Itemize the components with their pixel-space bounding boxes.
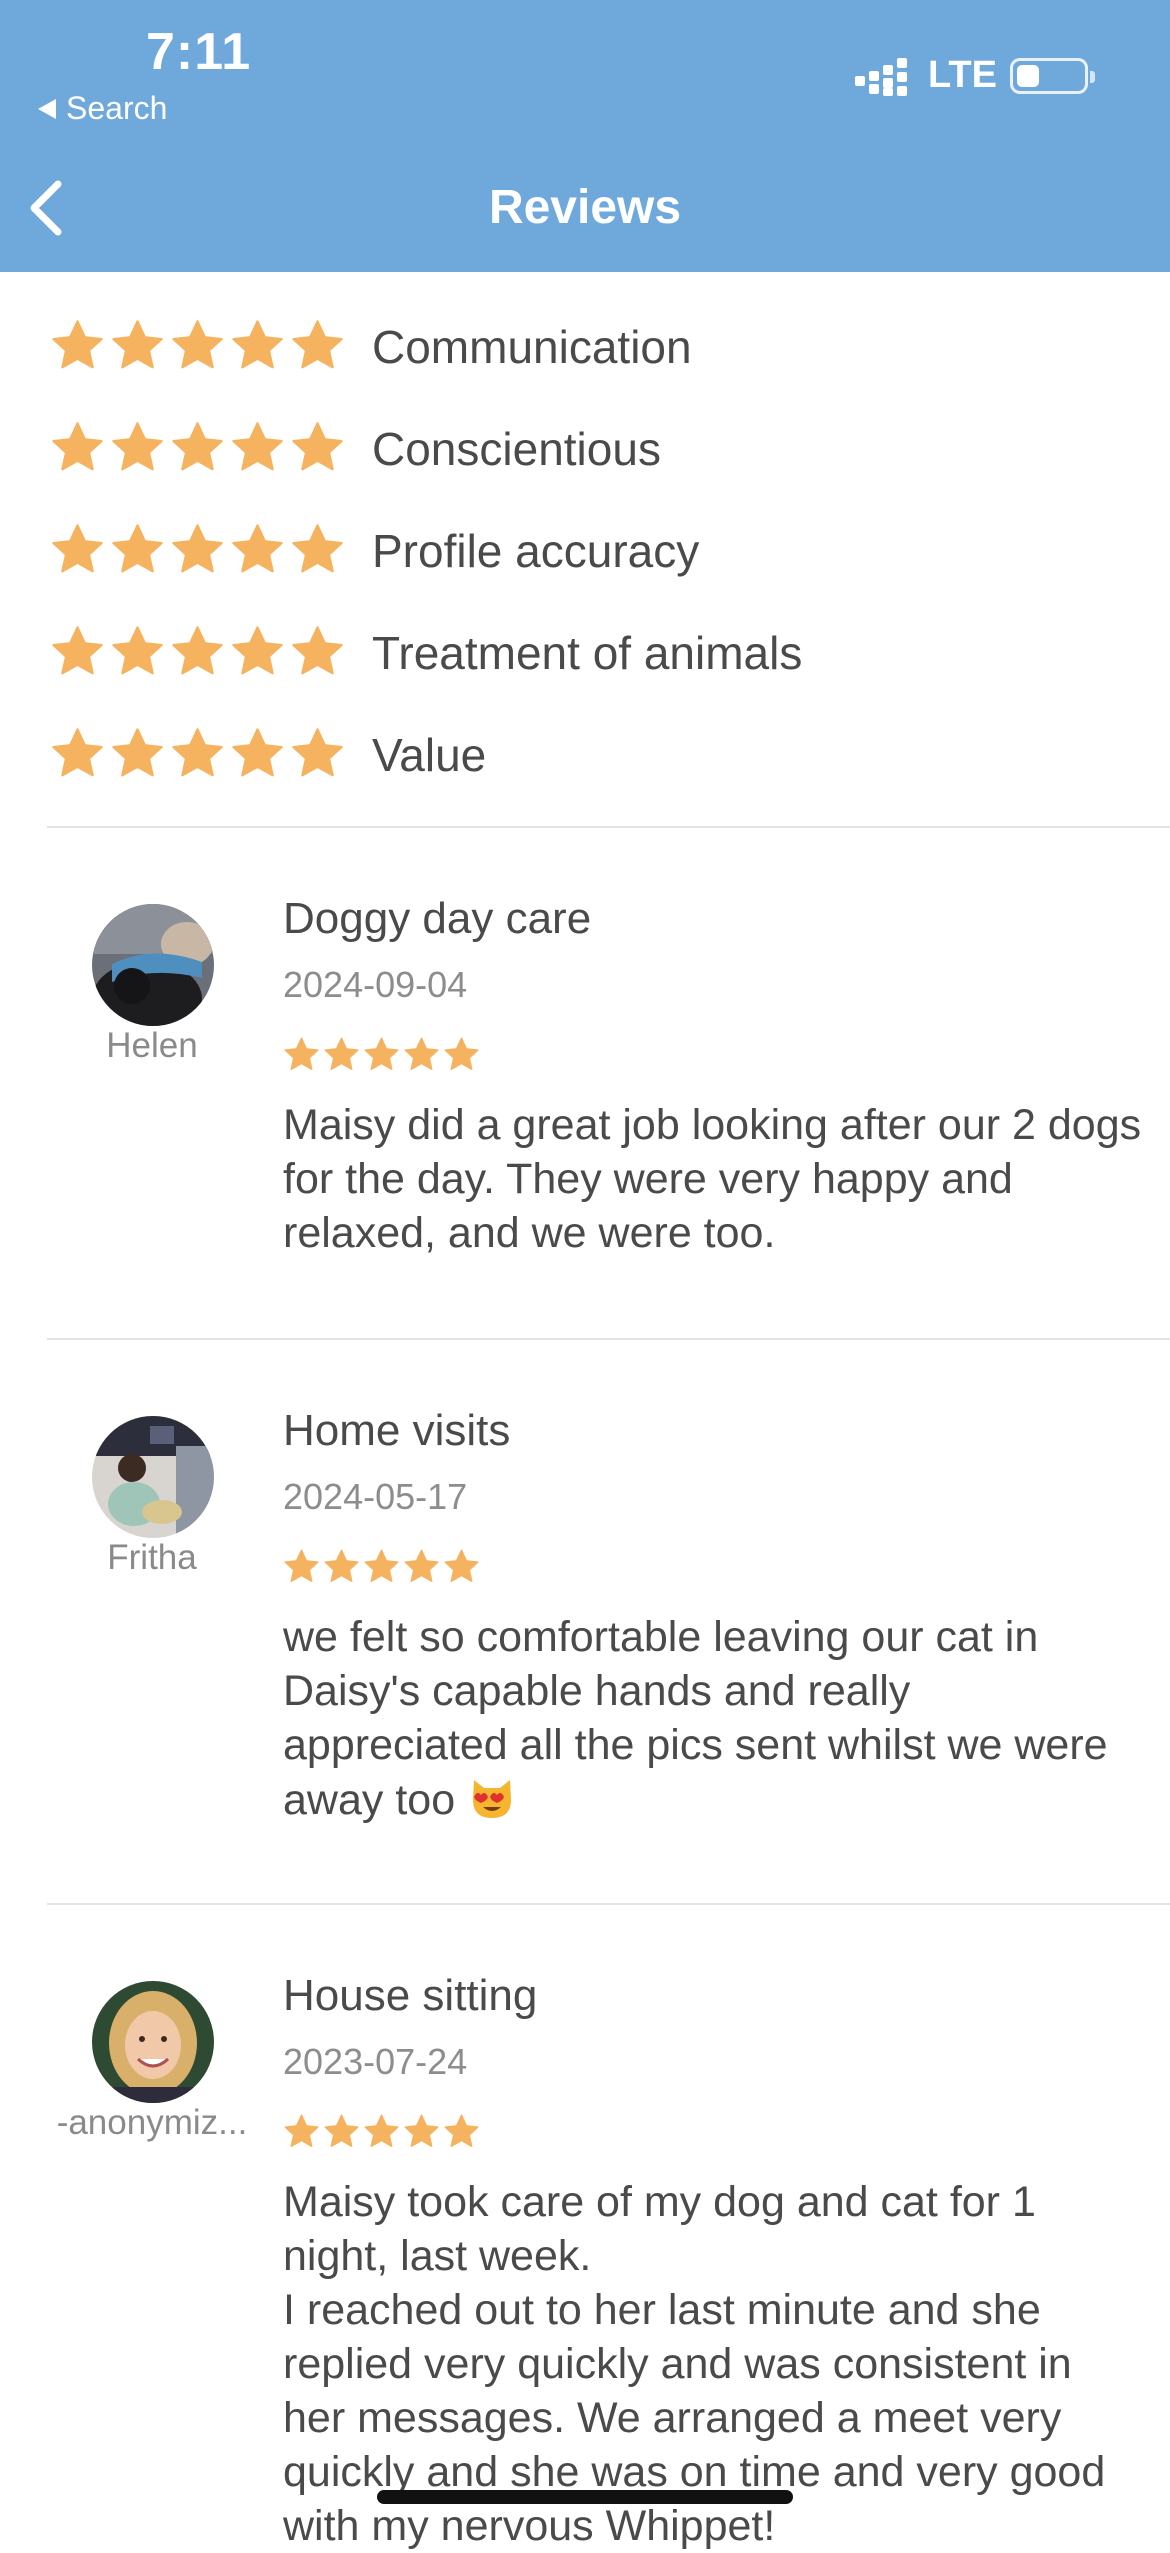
avatar-person-photo <box>92 1416 214 1538</box>
star-icon <box>112 626 163 675</box>
back-search-label: Search <box>66 90 168 126</box>
star-icon <box>444 1037 479 1070</box>
star-icon <box>52 728 103 777</box>
star-icon <box>324 2114 359 2147</box>
star-icon <box>284 1037 319 1070</box>
star-icon <box>52 524 103 573</box>
review-text: we felt so comfortable leaving our cat i… <box>283 1610 1143 1827</box>
star-icon <box>292 320 343 369</box>
star-icon <box>232 422 283 471</box>
star-icon <box>292 422 343 471</box>
star-icon <box>404 1037 439 1070</box>
review-card[interactable]: Fritha Home visits 2024-05-17 we felt so… <box>0 1338 1170 1903</box>
signal-icon <box>855 58 907 96</box>
category-ratings: Communication Conscientious Profile accu… <box>0 300 1170 810</box>
star-icon <box>172 422 223 471</box>
star-icon <box>112 320 163 369</box>
star-icon <box>444 1549 479 1582</box>
star-rating <box>50 522 345 577</box>
review-service: Home visits <box>283 1406 511 1455</box>
review-date: 2024-09-04 <box>283 964 468 1005</box>
star-rating <box>50 726 345 781</box>
star-icon <box>172 728 223 777</box>
review-star-rating <box>283 2113 480 2150</box>
avatar[interactable] <box>92 1981 214 2103</box>
star-icon <box>404 1549 439 1582</box>
avatar[interactable] <box>92 904 214 1026</box>
reviewer-name: -anonymiz... <box>56 2103 248 2142</box>
rating-row-communication: Communication <box>0 300 1170 402</box>
reviewer-name: Fritha <box>107 1538 197 1577</box>
star-rating <box>50 318 345 373</box>
star-icon <box>364 1549 399 1582</box>
star-icon <box>324 1549 359 1582</box>
review-service: Doggy day care <box>283 894 592 943</box>
rating-label: Profile accuracy <box>372 525 700 577</box>
star-icon <box>232 728 283 777</box>
page-title: Reviews <box>488 181 682 234</box>
star-icon <box>172 524 223 573</box>
rating-label: Value <box>372 729 487 781</box>
star-icon <box>292 524 343 573</box>
rating-label: Treatment of animals <box>372 627 803 679</box>
star-icon <box>404 2114 439 2147</box>
review-text-content: we felt so comfortable leaving our cat i… <box>283 1613 1120 1824</box>
avatar-dog-photo <box>92 904 214 1026</box>
star-icon <box>232 320 283 369</box>
review-service: House sitting <box>283 1971 538 2020</box>
review-star-rating <box>283 1036 480 1073</box>
home-indicator[interactable] <box>377 2490 793 2504</box>
review-date: 2024-05-17 <box>283 1476 468 1517</box>
review-text-line: I reached out to her last minute and she… <box>283 2286 1118 2550</box>
star-icon <box>172 626 223 675</box>
star-rating <box>50 624 345 679</box>
review-star-rating <box>283 1548 480 1585</box>
star-icon <box>364 2114 399 2147</box>
app-header: 7:11 Search LTE Reviews <box>0 0 1170 272</box>
star-icon <box>284 1549 319 1582</box>
avatar-person-photo <box>92 1981 214 2103</box>
star-icon <box>292 728 343 777</box>
avatar[interactable] <box>92 1416 214 1538</box>
smiling-cat-heart-eyes-icon <box>473 1780 512 1818</box>
reviewer-name: Helen <box>106 1026 198 1065</box>
star-icon <box>52 320 103 369</box>
rating-label: Conscientious <box>372 423 661 475</box>
review-date: 2023-07-24 <box>283 2041 468 2082</box>
rating-row-value: Value <box>0 708 1170 810</box>
star-icon <box>292 626 343 675</box>
back-to-search-button[interactable]: Search <box>38 90 167 127</box>
network-type: LTE <box>928 54 997 96</box>
star-icon <box>52 626 103 675</box>
battery-icon <box>1010 58 1095 94</box>
star-icon <box>112 728 163 777</box>
star-icon <box>172 320 223 369</box>
star-icon <box>112 422 163 471</box>
status-time: 7:11 <box>146 23 252 81</box>
rating-row-profile-accuracy: Profile accuracy <box>0 504 1170 606</box>
star-icon <box>444 2114 479 2147</box>
review-text-line: Maisy took care of my dog and cat for 1 … <box>283 2178 1048 2280</box>
star-icon <box>324 1037 359 1070</box>
rating-label: Communication <box>372 321 692 373</box>
star-rating <box>50 420 345 475</box>
star-icon <box>284 2114 319 2147</box>
star-icon <box>112 524 163 573</box>
battery-nub <box>1090 71 1095 83</box>
star-icon <box>52 422 103 471</box>
review-text: Maisy did a great job looking after our … <box>283 1101 1154 1257</box>
review-card[interactable]: -anonymiz... House sitting 2023-07-24 Ma… <box>0 1903 1170 2550</box>
battery-level <box>1017 65 1039 87</box>
rating-row-conscientious: Conscientious <box>0 402 1170 504</box>
back-triangle-icon <box>38 98 56 119</box>
rating-row-treatment-of-animals: Treatment of animals <box>0 606 1170 708</box>
review-card[interactable]: Helen Doggy day care 2024-09-04 Maisy di… <box>0 826 1170 1338</box>
star-icon <box>364 1037 399 1070</box>
star-icon <box>232 524 283 573</box>
star-icon <box>232 626 283 675</box>
